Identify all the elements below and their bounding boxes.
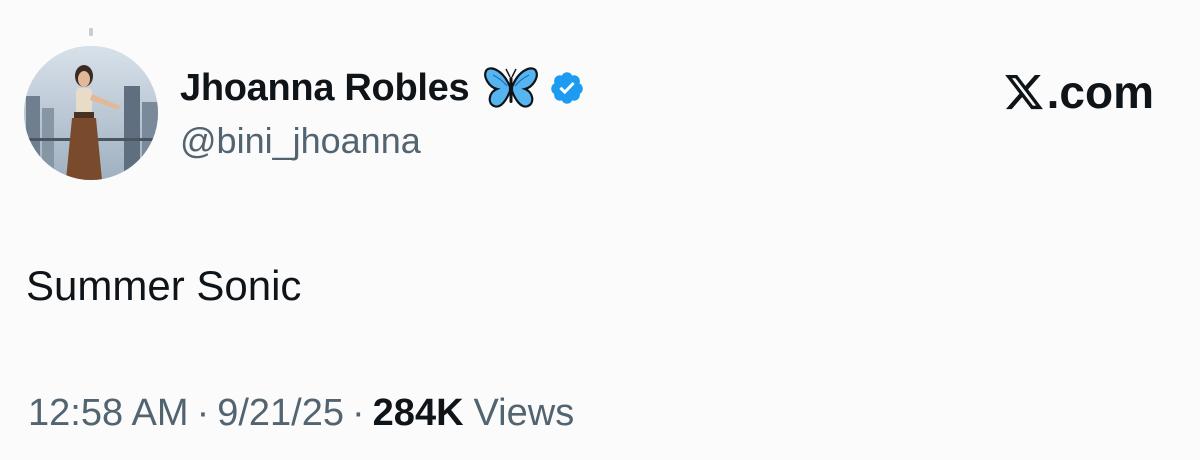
blue-butterfly-icon	[483, 65, 539, 111]
tweet-meta: 12:58 AM · 9/21/25 · 284K Views	[28, 392, 574, 435]
meta-separator: ·	[352, 392, 365, 434]
display-name[interactable]: Jhoanna Robles	[180, 67, 470, 110]
verified-badge-icon	[549, 70, 585, 106]
user-handle[interactable]: @bini_jhoanna	[180, 120, 421, 162]
tweet-text: Summer Sonic	[26, 262, 302, 309]
views-label: Views	[473, 392, 575, 434]
top-divider-mark	[89, 28, 93, 36]
profile-photo	[24, 46, 158, 180]
brand-watermark: .com	[1003, 64, 1154, 120]
display-name-row: Jhoanna Robles	[180, 62, 585, 114]
tweet-card: Jhoanna Robles @bini_jhoanna .com Summer…	[0, 0, 1200, 460]
x-logo-icon	[1003, 71, 1045, 113]
avatar[interactable]	[24, 46, 158, 180]
tweet-date[interactable]: 9/21/25	[217, 392, 344, 435]
tweet-time[interactable]: 12:58 AM	[28, 392, 189, 435]
views-count[interactable]: 284K	[373, 392, 464, 435]
brand-suffix: .com	[1046, 66, 1154, 118]
meta-separator: ·	[196, 392, 210, 434]
